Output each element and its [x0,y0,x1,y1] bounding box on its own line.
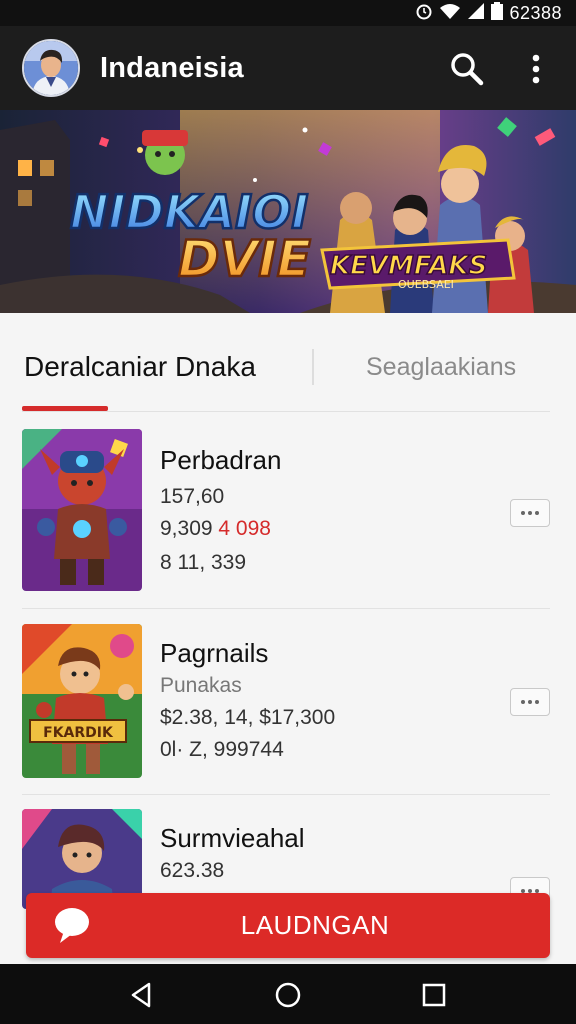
item-line-3: 8 11, 339 [160,551,247,574]
item-title: Pagrnails [160,638,269,668]
item-line-2: $2.38, 14, $17,300 [160,706,336,729]
item-line-2-prefix: 9,309 [160,517,213,540]
dot-icon [521,700,525,704]
app-title: Indaneisia [100,52,244,84]
status-clock: 62388 [509,2,562,23]
primary-cta-button[interactable]: LAUDNGAN [26,893,550,958]
content-area: Deralcaniar Dnaka Seaglaakians Perbadran… [0,313,576,964]
dot-icon [528,700,532,704]
item-more-button[interactable] [510,688,550,716]
avatar[interactable] [22,39,80,97]
promo-banner[interactable]: NIDKAIOI DVIE KEVMFAKS OUEBSAEI [0,110,576,313]
home-circle-icon[interactable] [273,980,303,1010]
battery-icon [491,1,504,25]
game-thumbnail[interactable] [22,429,142,591]
wifi-icon [439,2,461,25]
more-vertical-icon[interactable] [522,50,550,88]
tab-bar: Deralcaniar Dnaka Seaglaakians [0,313,576,412]
alarm-icon [415,2,433,25]
svg-text:FKARDIK: FKARDIK [43,725,114,741]
game-thumbnail[interactable]: FKARDIK [22,624,142,778]
dot-icon [528,511,532,515]
list-separator [22,608,550,609]
system-nav-bar [0,964,576,1024]
tab-primary[interactable]: Deralcaniar Dnaka [24,351,256,383]
item-line-3: 0l· Z, 999744 [160,738,284,761]
dot-icon [535,700,539,704]
search-icon[interactable] [448,50,486,88]
tab-divider [312,349,314,385]
banner-badge-sub: OUEBSAEI [398,278,454,291]
cta-label: LAUDNGAN [240,910,390,940]
item-title: Perbadran [160,445,282,475]
banner-badge-title: KEVMFAKS [330,251,487,281]
signal-icon [467,2,485,25]
tab-secondary[interactable]: Seaglaakians [366,353,516,382]
item-title: Surmvieahal [160,823,305,853]
item-more-button[interactable] [510,499,550,527]
item-line-1: Punakas [160,674,242,697]
item-line-1: 623.38 [160,859,225,882]
dot-icon [535,511,539,515]
status-bar: 62388 [0,0,576,26]
dot-icon [521,511,525,515]
list-separator [22,794,550,795]
item-line-2: 9,309 4 098 [160,517,271,541]
banner-headline-2: DVIE [178,230,311,288]
item-line-1: 157,60 [160,485,225,508]
recents-square-icon[interactable] [419,980,449,1010]
app-bar: Indaneisia [0,26,576,110]
back-triangle-icon[interactable] [127,980,157,1010]
list-item[interactable]: Perbadran 157,60 9,309 4 098 8 11, 339 [22,429,550,591]
list-item[interactable]: FKARDIK Pagrnails Punakas $2.38, 14, $17… [22,624,550,778]
item-line-2-red: 4 098 [218,517,271,540]
status-icons: 62388 [415,1,562,25]
tabs-underline [22,411,550,412]
